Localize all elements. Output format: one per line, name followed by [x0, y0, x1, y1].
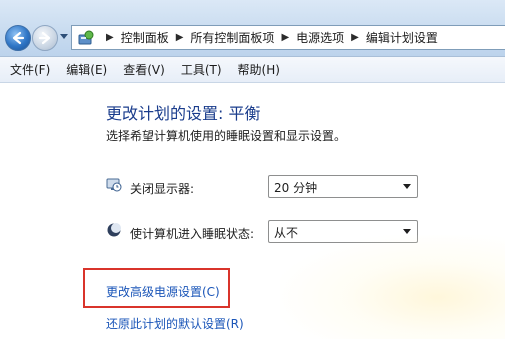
menu-help[interactable]: 帮助(H) [238, 61, 280, 78]
back-arrow-icon [12, 31, 25, 45]
menu-bar: 文件(F) 编辑(E) 查看(V) 工具(T) 帮助(H) [0, 57, 505, 83]
breadcrumb-separator-icon[interactable]: ▶ [351, 32, 359, 43]
breadcrumb: ▶ 控制面板 ▶ 所有控制面板项 ▶ 电源选项 ▶ 编辑计划设置 [99, 26, 438, 49]
display-off-label: 关闭显示器: [130, 182, 195, 196]
address-field[interactable]: ▶ 控制面板 ▶ 所有控制面板项 ▶ 电源选项 ▶ 编辑计划设置 [71, 25, 505, 50]
breadcrumb-power-options[interactable]: 电源选项 [296, 29, 344, 46]
moon-sleep-icon [107, 223, 121, 237]
chevron-down-icon [403, 229, 411, 234]
control-panel-icon [78, 30, 94, 45]
menu-tools[interactable]: 工具(T) [181, 61, 222, 78]
menu-edit[interactable]: 编辑(E) [66, 61, 107, 78]
recent-pages-dropdown-icon[interactable] [60, 34, 68, 39]
display-off-select[interactable]: 20 分钟 [268, 175, 418, 198]
breadcrumb-separator-icon[interactable]: ▶ [176, 32, 184, 43]
breadcrumb-separator-icon[interactable]: ▶ [281, 32, 289, 43]
page-title: 更改计划的设置: 平衡 [106, 104, 261, 123]
breadcrumb-all-items[interactable]: 所有控制面板项 [190, 29, 274, 46]
breadcrumb-separator-icon[interactable]: ▶ [106, 32, 114, 43]
back-button[interactable] [5, 25, 31, 51]
chevron-down-icon [403, 184, 411, 189]
monitor-clock-icon [106, 178, 122, 192]
advanced-power-settings-link[interactable]: 更改高级电源设置(C) [106, 283, 220, 300]
forward-arrow-icon [38, 31, 51, 45]
menu-file[interactable]: 文件(F) [10, 61, 50, 78]
breadcrumb-control-panel[interactable]: 控制面板 [121, 29, 169, 46]
sleep-label: 使计算机进入睡眠状态: [130, 227, 255, 241]
restore-defaults-link[interactable]: 还原此计划的默认设置(R) [106, 315, 244, 332]
menu-view[interactable]: 查看(V) [123, 61, 165, 78]
screen-glare [280, 235, 505, 339]
address-bar-area: ▶ 控制面板 ▶ 所有控制面板项 ▶ 电源选项 ▶ 编辑计划设置 [0, 0, 505, 57]
page-description: 选择希望计算机使用的睡眠设置和显示设置。 [106, 129, 347, 143]
display-off-value: 20 分钟 [274, 181, 318, 195]
forward-button[interactable] [32, 25, 58, 51]
breadcrumb-edit-plan[interactable]: 编辑计划设置 [366, 29, 438, 46]
